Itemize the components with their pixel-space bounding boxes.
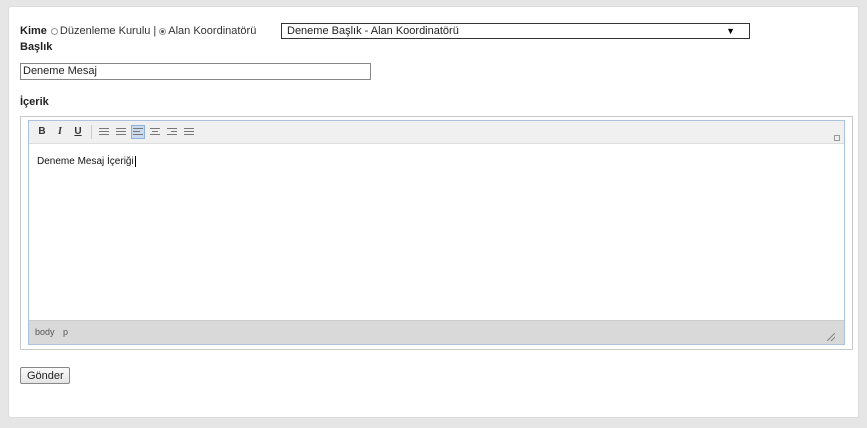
status-path-body[interactable]: body: [35, 327, 55, 337]
editor-content[interactable]: Deneme Mesaj İçeriği: [29, 144, 844, 320]
editor-frame: B I U Deneme Mesaj İçeriği body p: [28, 120, 845, 345]
status-path-p[interactable]: p: [63, 327, 68, 337]
send-button[interactable]: Gönder: [20, 367, 70, 384]
resize-grip-icon[interactable]: [827, 333, 835, 341]
bold-button[interactable]: B: [35, 125, 49, 139]
italic-button[interactable]: I: [53, 125, 67, 139]
align-left-icon[interactable]: [131, 125, 145, 139]
form-panel: Kime Düzenleme Kurulu | Alan Koordinatör…: [8, 6, 859, 418]
editor-statusbar: body p: [29, 320, 844, 344]
icerik-label: İçerik: [20, 96, 49, 108]
editor-toolbar: B I U: [29, 121, 844, 144]
radio-label-alan-koordinatoru[interactable]: Alan Koordinatörü: [168, 25, 256, 37]
recipient-select[interactable]: Deneme Başlık - Alan Koordinatörü ▼: [281, 23, 750, 39]
kime-label: Kime: [20, 25, 47, 37]
recipient-row: Kime Düzenleme Kurulu | Alan Koordinatör…: [20, 24, 256, 38]
editor-content-text: Deneme Mesaj İçeriği: [37, 156, 134, 168]
align-right-icon[interactable]: [165, 125, 179, 139]
align-justify-icon[interactable]: [182, 125, 196, 139]
ordered-list-icon[interactable]: [97, 125, 111, 139]
radio-alan-koordinatoru[interactable]: [159, 27, 167, 35]
recipient-select-value: Deneme Başlık - Alan Koordinatörü: [287, 25, 459, 37]
radio-duzenleme-kurulu[interactable]: [50, 27, 58, 35]
rich-text-editor: B I U Deneme Mesaj İçeriği body p: [20, 116, 853, 350]
underline-button[interactable]: U: [71, 125, 85, 139]
option-separator: |: [153, 25, 157, 37]
baslik-input[interactable]: Deneme Mesaj: [20, 63, 371, 80]
toolbar-divider: [91, 125, 92, 139]
chevron-down-icon[interactable]: ▼: [726, 24, 735, 38]
text-caret: [134, 156, 136, 167]
unordered-list-icon[interactable]: [114, 125, 128, 139]
toolbar-toggle-icon[interactable]: [834, 135, 840, 141]
align-center-icon[interactable]: [148, 125, 162, 139]
baslik-label: Başlık: [20, 41, 53, 53]
radio-label-duzenleme-kurulu[interactable]: Düzenleme Kurulu: [60, 25, 151, 37]
